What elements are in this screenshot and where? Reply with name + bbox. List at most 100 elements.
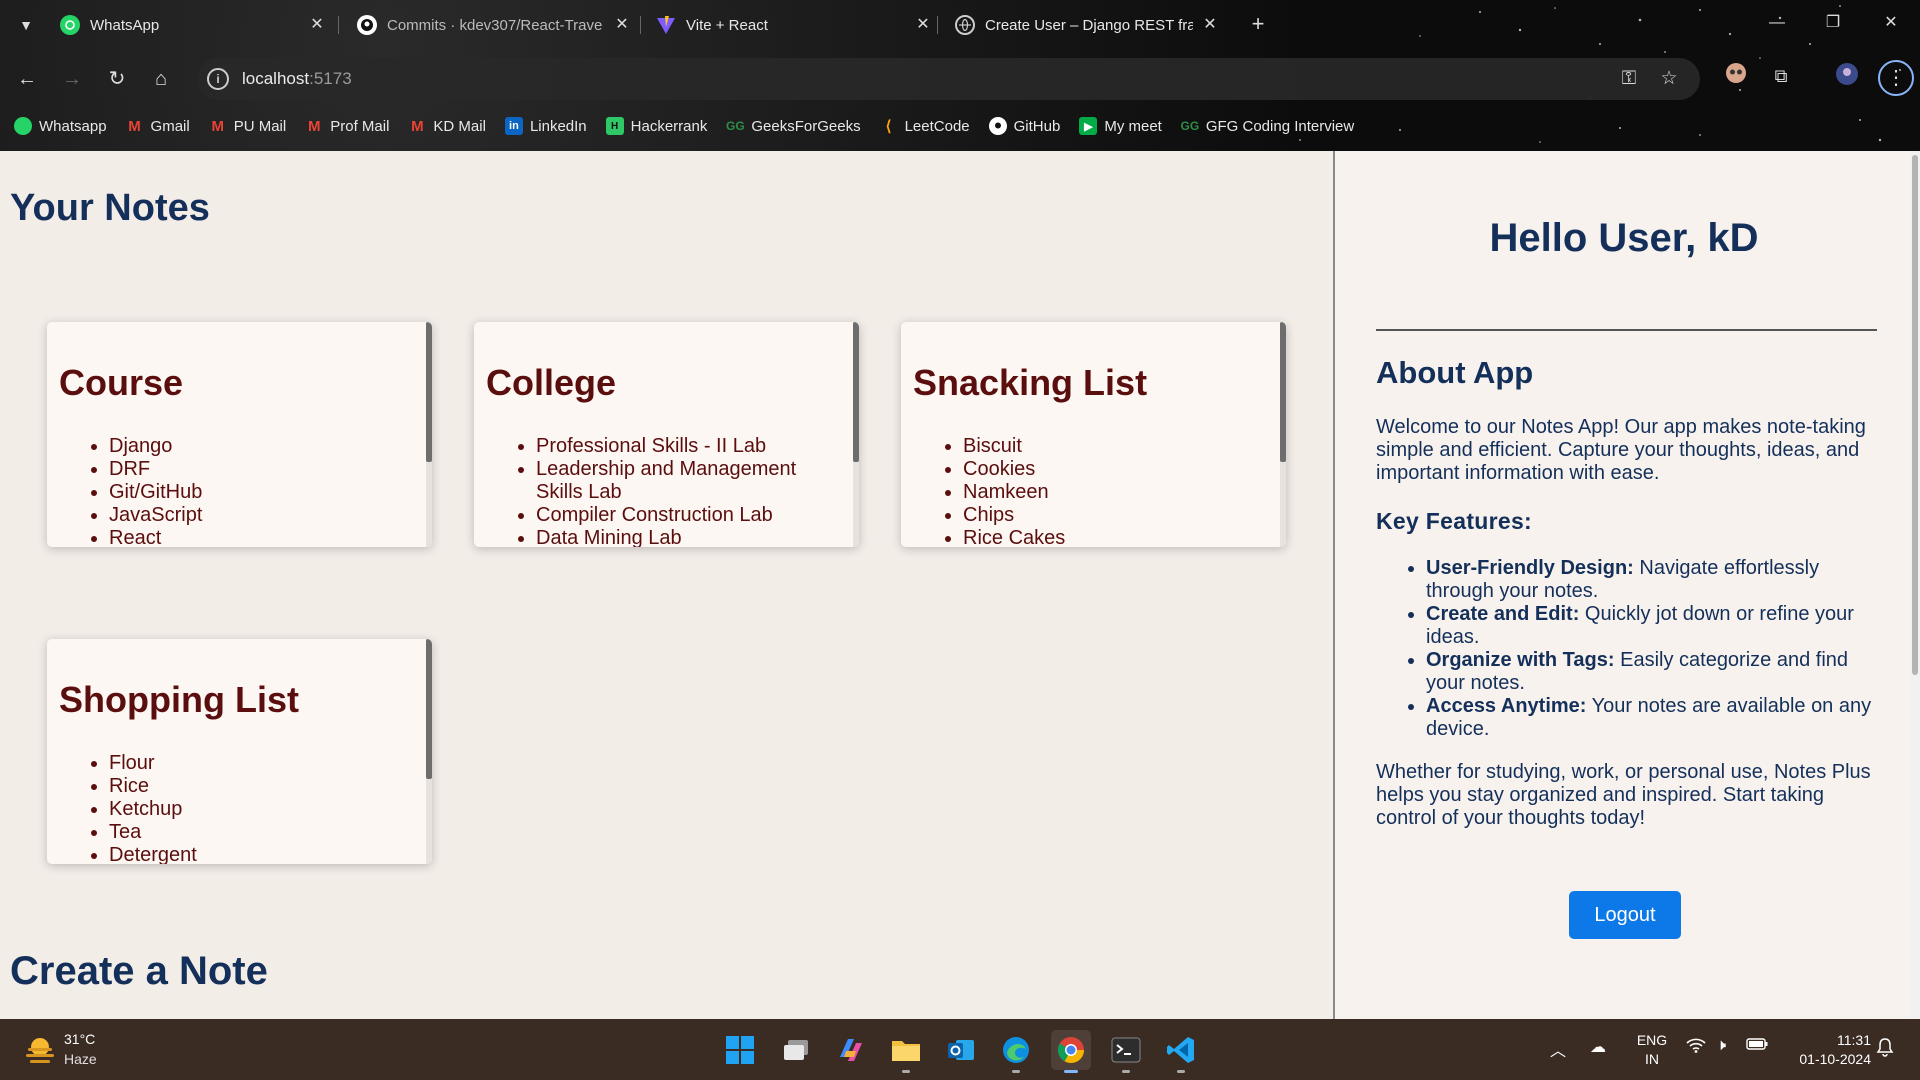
close-window-icon[interactable]: ✕: [1876, 10, 1906, 36]
minimize-window-icon[interactable]: —: [1762, 10, 1792, 36]
vite-icon: [656, 15, 676, 35]
wifi-icon[interactable]: [1686, 1037, 1706, 1058]
forward-arrow-icon[interactable]: →: [57, 64, 87, 94]
tab-github-commits[interactable]: Commits · kdev307/React-Trave ✕: [357, 8, 631, 42]
bookmark-prof-mail[interactable]: M Prof Mail: [305, 117, 389, 135]
note-scrollbar[interactable]: [1280, 322, 1286, 547]
whatsapp-icon: [14, 117, 32, 135]
bookmark-my-meet[interactable]: ▶ My meet: [1079, 117, 1162, 135]
page-scrollbar[interactable]: [1910, 151, 1920, 1019]
close-tab-icon[interactable]: ✕: [1201, 16, 1219, 34]
bookmark-label: LeetCode: [904, 117, 970, 135]
note-item: DRF: [109, 458, 419, 481]
profile-avatar-icon[interactable]: [1833, 62, 1861, 90]
edge-browser-icon[interactable]: [996, 1030, 1036, 1073]
notification-bell-icon[interactable]: [1876, 1037, 1894, 1062]
leetcode-icon: ⟨: [885, 118, 892, 135]
extensions-puzzle-icon[interactable]: ⧉: [1767, 62, 1795, 90]
language-code: ENG: [1636, 1032, 1668, 1048]
bookmark-gfg-coding-interview[interactable]: GG GFG Coding Interview: [1180, 117, 1355, 135]
bookmark-label: Prof Mail: [330, 117, 390, 135]
note-card[interactable]: Course Django DRF Git/GitHub JavaScript …: [47, 322, 432, 547]
address-bar[interactable]: i localhost:5173 ⚿ ☆: [197, 58, 1700, 100]
language-indicator[interactable]: ENG IN: [1632, 1031, 1672, 1069]
battery-icon[interactable]: [1746, 1037, 1768, 1056]
home-icon[interactable]: ⌂: [146, 64, 176, 94]
note-title: Snacking List: [913, 362, 1148, 403]
logout-button[interactable]: Logout: [1569, 891, 1681, 939]
feature-name: Access Anytime:: [1426, 695, 1587, 717]
tab-whatsapp[interactable]: WhatsApp ✕: [60, 8, 326, 42]
note-item: Data Mining Lab: [536, 527, 826, 547]
new-tab-plus-icon[interactable]: +: [1246, 12, 1270, 36]
bookmark-geeksforgeeks[interactable]: GG GeeksForGeeks: [726, 117, 861, 135]
onedrive-offline-icon[interactable]: ☁: [1590, 1037, 1606, 1057]
note-card[interactable]: Shopping List Flour Rice Ketchup Tea Det…: [47, 639, 432, 864]
chrome-browser-icon[interactable]: [1051, 1030, 1091, 1073]
weather-condition[interactable]: Haze: [64, 1051, 97, 1067]
note-scroll-thumb[interactable]: [1280, 322, 1286, 462]
note-item: JavaScript: [109, 504, 419, 527]
note-scrollbar[interactable]: [426, 322, 432, 547]
bookmark-hackerrank[interactable]: H Hackerrank: [605, 117, 707, 135]
gfg-icon: GG: [1180, 119, 1200, 133]
show-hidden-icons-chevron-icon[interactable]: ︿: [1550, 1037, 1566, 1061]
bookmark-pu-mail[interactable]: M PU Mail: [209, 117, 286, 135]
note-item: Cookies: [963, 458, 1273, 481]
note-item: Chips: [963, 504, 1273, 527]
back-arrow-icon[interactable]: ←: [12, 64, 42, 94]
note-scroll-thumb[interactable]: [426, 322, 432, 462]
terminal-icon[interactable]: [1106, 1030, 1146, 1073]
notes-main: Your Notes Course Django DRF Git/GitHub …: [0, 151, 1333, 1019]
file-explorer-icon[interactable]: [886, 1030, 926, 1073]
hackerrank-icon: H: [605, 117, 624, 135]
bookmark-label: My meet: [1104, 117, 1162, 135]
bookmark-star-icon[interactable]: ☆: [1656, 66, 1682, 92]
tab-search-chevron-icon[interactable]: ▼: [14, 13, 38, 37]
system-clock[interactable]: 11:31 01-10-2024: [1781, 1031, 1871, 1069]
outlook-icon[interactable]: [941, 1030, 981, 1070]
bookmark-github[interactable]: GitHub: [988, 117, 1060, 135]
bookmark-leetcode[interactable]: ⟨ LeetCode: [880, 117, 970, 136]
close-tab-icon[interactable]: ✕: [914, 16, 932, 34]
copilot-icon[interactable]: [831, 1030, 871, 1070]
note-scroll-thumb[interactable]: [853, 322, 859, 462]
bookmark-label: LinkedIn: [529, 117, 587, 135]
reload-icon[interactable]: ↻: [102, 64, 132, 94]
extension-avatar-icon[interactable]: [1722, 62, 1750, 90]
bookmark-label: Gmail: [150, 117, 190, 135]
windows-start-icon[interactable]: [720, 1030, 760, 1070]
tab-title: WhatsApp: [90, 16, 160, 34]
note-scrollbar[interactable]: [426, 639, 432, 864]
note-scrollbar[interactable]: [853, 322, 859, 547]
note-item: Leadership and Management Skills Lab: [536, 458, 826, 504]
page-viewport: Your Notes Course Django DRF Git/GitHub …: [0, 151, 1920, 1019]
task-view-icon[interactable]: [776, 1030, 816, 1070]
note-scroll-thumb[interactable]: [426, 639, 432, 779]
haze-weather-icon[interactable]: [24, 1034, 56, 1064]
volume-muted-icon[interactable]: 🕨: [1716, 1037, 1726, 1055]
close-tab-icon[interactable]: ✕: [308, 16, 326, 34]
note-card[interactable]: Snacking List Biscuit Cookies Namkeen Ch…: [901, 322, 1286, 547]
chrome-menu-kebab-icon[interactable]: ⋮: [1878, 60, 1914, 96]
whatsapp-icon: [60, 15, 80, 35]
password-key-icon[interactable]: ⚿: [1616, 66, 1642, 92]
bookmark-gmail[interactable]: M Gmail: [126, 117, 190, 135]
weather-temperature[interactable]: 31°C: [64, 1031, 95, 1047]
restore-window-icon[interactable]: ❐: [1818, 10, 1848, 36]
site-info-icon[interactable]: i: [207, 68, 229, 90]
note-card[interactable]: College Professional Skills - II Lab Lea…: [474, 322, 859, 547]
url-text[interactable]: localhost:5173: [242, 69, 352, 89]
tab-create-user-django[interactable]: Create User – Django REST fram ✕: [955, 8, 1219, 42]
close-tab-icon[interactable]: ✕: [613, 16, 631, 34]
windows-taskbar: 31°C Haze ︿ ☁ ENG IN 🕨 11:31 01-10-2024: [0, 1019, 1920, 1080]
tab-vite-react[interactable]: Vite + React ✕: [656, 8, 932, 42]
vscode-icon[interactable]: [1161, 1030, 1201, 1073]
bookmark-whatsapp[interactable]: Whatsapp: [14, 117, 107, 135]
note-item: Django: [109, 435, 419, 458]
tab-separator: [640, 16, 641, 34]
bookmark-linkedin[interactable]: in LinkedIn: [504, 117, 587, 135]
page-scroll-thumb[interactable]: [1912, 155, 1918, 675]
bookmark-kd-mail[interactable]: M KD Mail: [408, 117, 486, 135]
gfg-icon: GG: [726, 119, 745, 133]
